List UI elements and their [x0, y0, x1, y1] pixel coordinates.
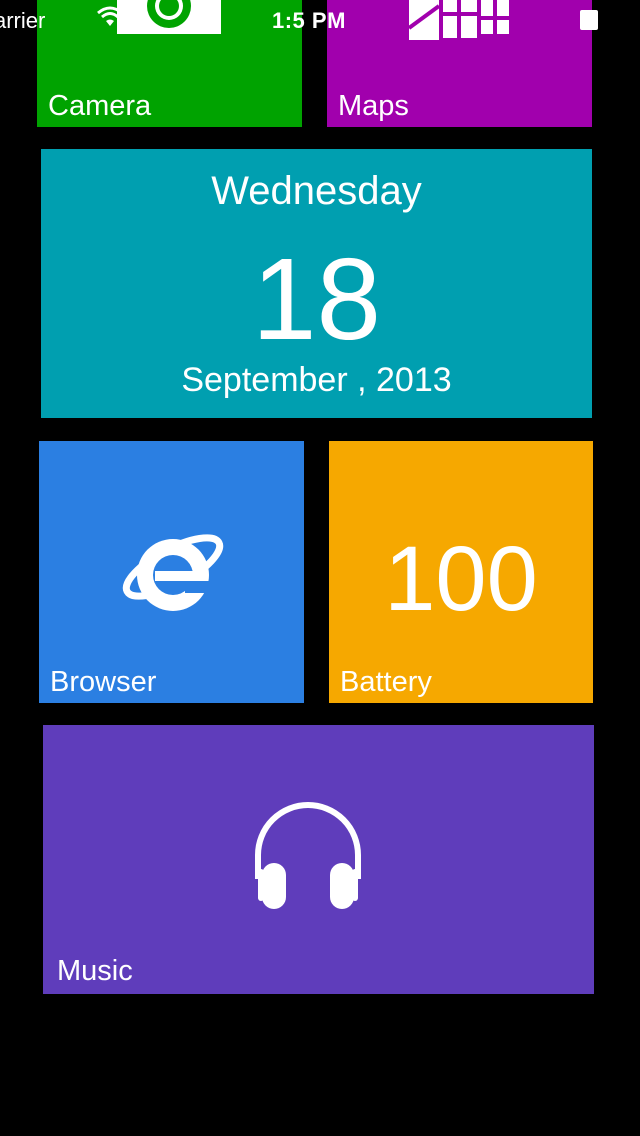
carrier-name: arrier — [0, 8, 46, 33]
calendar-date: 18 — [251, 234, 382, 364]
calendar-tile[interactable]: Wednesday 18 September , 2013 — [41, 149, 592, 418]
wifi-icon — [96, 6, 124, 34]
music-label: Music — [57, 955, 133, 987]
battery-icon — [580, 10, 600, 36]
headphones-icon — [250, 799, 366, 916]
music-tile[interactable]: Music — [43, 725, 594, 994]
calendar-month-year: September , 2013 — [181, 361, 452, 399]
battery-tile[interactable]: 100 Battery — [329, 441, 593, 703]
status-time: 1:5 PM — [272, 8, 346, 33]
maps-label: Maps — [338, 90, 409, 122]
battery-level: 100 — [384, 528, 538, 630]
battery-label: Battery — [340, 666, 432, 698]
camera-label: Camera — [48, 90, 152, 122]
browser-tile[interactable]: Browser — [39, 441, 304, 703]
internet-explorer-icon — [115, 515, 227, 632]
browser-label: Browser — [50, 666, 157, 698]
calendar-day: Wednesday — [211, 169, 422, 213]
status-bar: arrier 1:5 PM — [0, 0, 640, 40]
